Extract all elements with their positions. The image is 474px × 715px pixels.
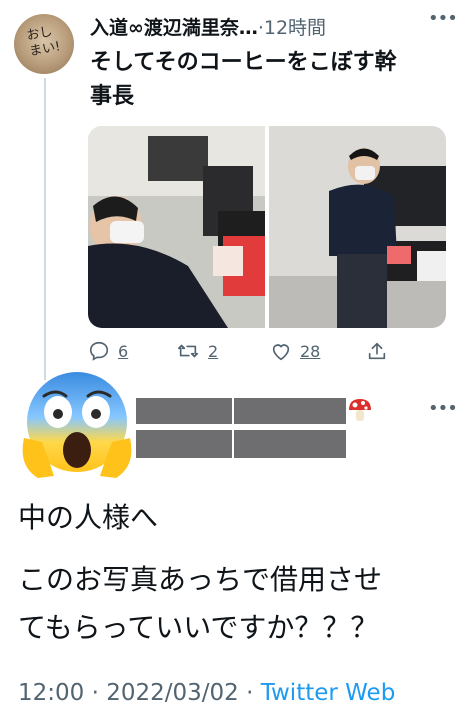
avatar-text: おし まい! (25, 24, 62, 60)
more-horizontal-icon[interactable]: ••• (428, 8, 458, 29)
redacted-handle (136, 430, 232, 458)
tweet-photos (88, 126, 446, 328)
reply-icon (89, 341, 109, 361)
like-button[interactable]: 28 (270, 340, 320, 362)
tweet-actions: 6 2 28 (88, 340, 388, 368)
reply-button[interactable]: 6 (88, 340, 128, 362)
retweet-button[interactable]: 2 (176, 340, 218, 362)
tweet-text-line: このお写真あっちで借用させ (18, 563, 383, 596)
more-horizontal-icon[interactable]: ••• (428, 398, 458, 419)
tweet-text-line: てもらっていいですか？？？ (18, 611, 379, 644)
tweet-source-link[interactable]: Twitter Web (261, 680, 396, 706)
mushroom-icon (349, 399, 371, 421)
share-button[interactable] (366, 340, 388, 362)
footer-separator: · (246, 680, 254, 706)
redacted-handle (234, 430, 346, 458)
retweet-count: 2 (208, 341, 219, 361)
like-count: 28 (300, 341, 321, 361)
tweet-text-line: 中の人様へ (18, 501, 159, 534)
tweet-text-line: 事長 (90, 84, 135, 109)
display-name[interactable]: 入道∞渡辺満里奈… (90, 17, 258, 39)
tweet-text: そしてそのコーヒーをこぼす幹 事長 (90, 46, 450, 114)
tweet-time[interactable]: 12時間 (264, 17, 326, 39)
tweet-text-line: そしてそのコーヒーをこぼす幹 (90, 50, 397, 75)
share-icon (368, 342, 386, 360)
heart-icon (272, 344, 290, 361)
tweet-date[interactable]: 2022/03/02 (106, 680, 239, 706)
redacted-name (136, 398, 232, 424)
tweet-header: 入道∞渡辺満里奈…·12時間 (90, 14, 430, 44)
footer-separator: · (91, 680, 99, 706)
tweet-photo[interactable] (269, 126, 446, 328)
thread-connector-line (44, 78, 46, 380)
retweet-icon (178, 344, 198, 358)
face-screaming-in-fear-icon[interactable] (18, 366, 136, 484)
tweet-footer: 12:00 · 2022/03/02 · Twitter Web (18, 680, 395, 706)
redacted-name (234, 398, 346, 424)
avatar[interactable]: おし まい! (14, 14, 74, 74)
tweet-time[interactable]: 12:00 (18, 680, 84, 706)
tweet-photo[interactable] (88, 126, 265, 328)
reply-count: 6 (118, 341, 129, 361)
